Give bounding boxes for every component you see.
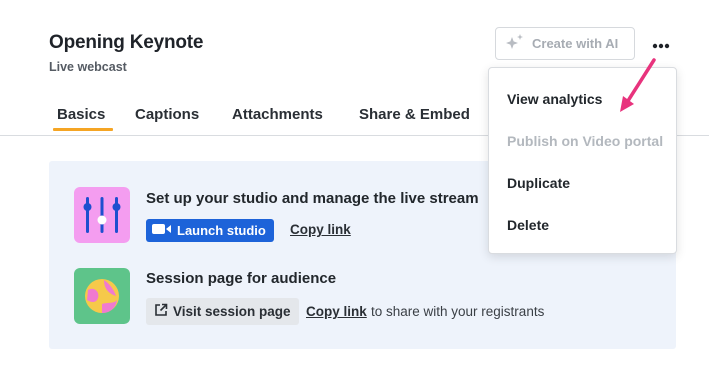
menu-item-delete[interactable]: Delete [507,217,549,233]
visit-session-page-label: Visit session page [173,304,291,319]
more-horizontal-icon [652,33,670,54]
create-with-ai-button[interactable]: Create with AI [495,27,635,60]
sparkle-icon [504,33,532,54]
tab-captions[interactable]: Captions [135,106,199,131]
launch-studio-label: Launch studio [177,223,266,238]
menu-item-duplicate[interactable]: Duplicate [507,175,570,191]
page-subtitle: Live webcast [49,60,127,74]
menu-item-publish-video-portal: Publish on Video portal [507,133,664,149]
visit-session-page-button[interactable]: Visit session page [146,298,299,325]
share-helper-text: to share with your registrants [371,304,545,319]
audience-copy-link[interactable]: Copy link [306,304,367,319]
audience-title: Session page for audience [146,270,337,287]
globe-icon [74,268,130,324]
more-options-menu: View analytics Publish on Video portal D… [488,67,677,254]
menu-item-view-analytics[interactable]: View analytics [507,91,602,107]
more-options-button[interactable] [650,32,672,54]
tab-attachments[interactable]: Attachments [232,106,323,131]
launch-studio-button[interactable]: Launch studio [146,219,274,242]
tab-basics[interactable]: Basics [52,106,114,131]
external-link-icon [154,303,173,320]
tab-share-embed[interactable]: Share & Embed [359,106,470,131]
video-camera-icon [152,223,177,238]
studio-title: Set up your studio and manage the live s… [146,190,479,207]
page-title: Opening Keynote [49,32,204,53]
create-with-ai-label: Create with AI [532,36,619,51]
studio-copy-link[interactable]: Copy link [290,222,351,237]
mixer-sliders-icon [74,187,130,243]
